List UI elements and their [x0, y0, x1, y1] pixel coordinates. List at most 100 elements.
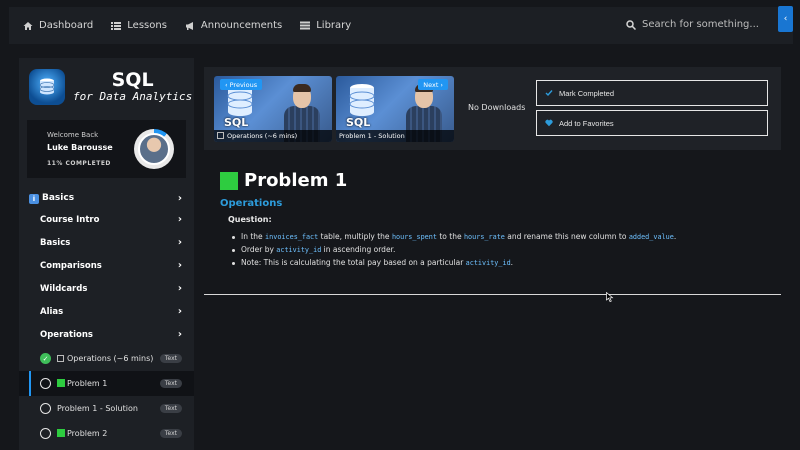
- chevron-right-icon: ›: [440, 80, 443, 89]
- sidebar: SQL for Data Analytics Welcome Back Luke…: [19, 58, 194, 450]
- welcome-card: Welcome Back Luke Barousse 11% COMPLETED: [27, 120, 186, 178]
- green-square-icon: [57, 429, 65, 437]
- nav-lessons-label: Lessons: [127, 20, 167, 31]
- incomplete-circle-icon: [40, 403, 51, 414]
- search-bar[interactable]: [626, 19, 792, 30]
- search-input[interactable]: [642, 19, 792, 30]
- next-label: Next: [423, 80, 439, 89]
- previous-label: Previous: [229, 80, 258, 89]
- text: in ascending order.: [321, 245, 396, 254]
- green-square-icon: [57, 379, 65, 387]
- check-icon: ✓: [40, 353, 51, 364]
- nav-dashboard-label: Dashboard: [39, 20, 94, 31]
- lesson-label: Problem 1 - Solution: [57, 404, 138, 413]
- mark-completed-button[interactable]: Mark Completed: [536, 80, 768, 106]
- nav-library-label: Library: [316, 20, 352, 31]
- library-icon: [300, 21, 311, 29]
- nav-dashboard[interactable]: Dashboard: [23, 20, 93, 31]
- module-wildcards[interactable]: Wildcards ›: [19, 277, 194, 300]
- text: Note: This is calculating the total pay …: [241, 258, 466, 267]
- code-snippet: hours_spent: [391, 233, 437, 241]
- chevron-down-icon: ›: [177, 329, 182, 340]
- home-icon: [23, 21, 33, 30]
- collapse-sidebar-button[interactable]: ‹: [778, 6, 793, 32]
- question-list: In the invoices_fact table, multiply the…: [231, 232, 676, 271]
- chevron-right-icon: ›: [177, 237, 182, 248]
- previous-button[interactable]: ‹ Previous: [220, 79, 263, 90]
- text: and rename this new column to: [504, 232, 629, 241]
- previous-caption: Operations (~6 mins): [214, 130, 332, 142]
- module-course-intro[interactable]: Course Intro ›: [19, 208, 194, 231]
- lesson-label: Problem 1: [67, 379, 108, 388]
- lesson-problem-1[interactable]: Problem 1 Text: [19, 371, 194, 396]
- nav-announcements[interactable]: Announcements: [185, 20, 282, 31]
- chevron-right-icon: ›: [177, 214, 182, 225]
- list-item: Note: This is calculating the total pay …: [231, 258, 676, 271]
- lesson-type-badge: Text: [159, 354, 182, 363]
- page-title-text: Problem 1: [244, 170, 348, 191]
- chevron-left-icon: ‹: [225, 80, 228, 89]
- chevron-right-icon: ›: [177, 283, 182, 294]
- logo-subtitle: for Data Analytics: [73, 90, 193, 104]
- top-nav: Dashboard Lessons Announcements Library: [9, 7, 793, 44]
- welcome-text: Welcome Back: [47, 131, 99, 139]
- calendar-icon: [57, 355, 64, 362]
- text: .: [510, 258, 514, 267]
- module-label: Wildcards: [40, 283, 88, 294]
- avatar: [138, 133, 170, 165]
- code-snippet: activity_id: [465, 259, 511, 267]
- lesson-problem-2[interactable]: Problem 2 Text: [19, 421, 194, 446]
- green-square-icon: [220, 171, 238, 190]
- nav-lessons[interactable]: Lessons: [111, 20, 167, 31]
- add-favorites-button[interactable]: Add to Favorites: [536, 110, 768, 136]
- list-icon: [111, 21, 122, 30]
- lesson-label: Operations (~6 mins): [67, 354, 154, 363]
- module-label: Alias: [40, 306, 64, 317]
- lesson-subtitle: Operations: [220, 198, 283, 209]
- nav-announcements-label: Announcements: [200, 20, 283, 31]
- progress-text: 11% COMPLETED: [47, 160, 111, 167]
- next-caption: Problem 1 - Solution: [336, 130, 454, 142]
- next-lesson-thumbnail[interactable]: SQL Next › Problem 1 - Solution: [336, 76, 454, 142]
- section-basics-label: Basics: [42, 192, 75, 203]
- question-label: Question:: [228, 215, 272, 224]
- lesson-type-badge: Text: [159, 404, 182, 413]
- code-snippet: invoices_fact: [265, 233, 319, 241]
- lesson-operations[interactable]: ✓ Operations (~6 mins) Text: [19, 346, 194, 371]
- database-icon: [29, 69, 65, 105]
- page-title: Problem 1: [220, 170, 347, 191]
- code-snippet: hours_rate: [463, 233, 505, 241]
- module-operations[interactable]: Operations ›: [19, 323, 194, 346]
- lesson-problem-1-solution[interactable]: Problem 1 - Solution Text: [19, 396, 194, 421]
- module-basics[interactable]: Basics ›: [19, 231, 194, 254]
- text: table, multiply the: [318, 232, 392, 241]
- text: In the: [241, 232, 266, 241]
- code-snippet: added_value: [628, 233, 674, 241]
- check-icon: [545, 90, 553, 97]
- add-favorites-label: Add to Favorites: [559, 118, 614, 128]
- section-basics[interactable]: i Basics ›: [19, 188, 194, 208]
- previous-caption-text: Operations (~6 mins): [227, 132, 298, 140]
- search-icon: [626, 19, 636, 30]
- list-item: In the invoices_fact table, multiply the…: [231, 232, 676, 245]
- lesson-media-bar: SQL ‹ Previous Operations (~6 mins) SQL N…: [204, 67, 781, 150]
- thumbnail-text: SQL: [224, 116, 249, 129]
- module-label: Comparisons: [40, 260, 102, 271]
- nav-library[interactable]: Library: [300, 20, 351, 31]
- info-icon: i: [29, 193, 39, 204]
- course-logo: SQL for Data Analytics: [19, 58, 194, 116]
- module-label: Course Intro: [40, 214, 100, 225]
- previous-lesson-thumbnail[interactable]: SQL ‹ Previous Operations (~6 mins): [214, 76, 332, 142]
- lesson-label: Problem 2: [67, 429, 108, 438]
- calendar-icon: [217, 132, 224, 139]
- next-button[interactable]: Next ›: [418, 79, 448, 90]
- module-comparisons[interactable]: Comparisons ›: [19, 254, 194, 277]
- module-alias[interactable]: Alias ›: [19, 300, 194, 323]
- list-item: Order by activity_id in ascending order.: [231, 245, 676, 258]
- mouse-cursor-icon: [606, 292, 614, 302]
- downloads-status: No Downloads: [468, 103, 526, 112]
- chevron-right-icon: ›: [177, 192, 182, 204]
- thumbnail-text: SQL: [346, 116, 371, 129]
- next-caption-text: Problem 1 - Solution: [339, 132, 405, 140]
- mark-completed-label: Mark Completed: [559, 88, 615, 98]
